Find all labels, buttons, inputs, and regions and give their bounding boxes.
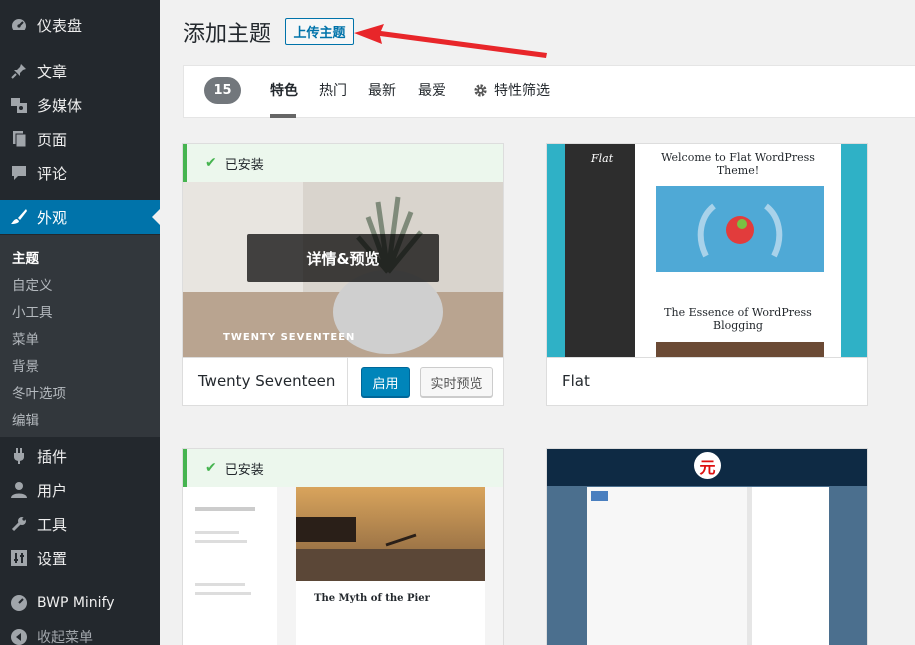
menu-pages-label: 页面 [37,130,68,149]
submenu-menus[interactable]: 菜单 [12,328,39,348]
menu-users-label: 用户 [37,481,68,500]
preview-logo: 元 [694,452,721,479]
activate-button[interactable]: 启用 [361,367,410,397]
flat-preview-image-2 [656,342,824,357]
theme-card-actions: Twenty Seventeen 启用 实时预览 [183,357,503,406]
installed-label: 已安装 [224,157,264,173]
theme-screenshot[interactable]: The Myth of the Pier [183,487,503,645]
flat-preview-sidebar: Flat [565,144,635,357]
pier-image [296,487,485,581]
details-preview-button[interactable]: 详情&预览 [247,234,439,282]
menu-plugins-label: 插件 [37,447,68,466]
brush-icon [9,207,29,227]
menu-posts-label: 文章 [37,62,68,81]
live-preview-button[interactable]: 实时预览 [420,367,493,397]
tab-featured[interactable]: 特色 [270,80,298,100]
menu-settings-label: 设置 [37,549,68,568]
flat-logo: Flat [591,152,614,165]
submenu-background[interactable]: 背景 [12,355,39,375]
flat-preview-content: Welcome to Flat WordPress Theme! The Ess… [635,144,841,357]
feature-filter-label: 特性筛选 [494,83,550,99]
tab-popular[interactable]: 热门 [319,80,347,100]
admin-sidebar: 仪表盘 文章 多媒体 页面 评论 外观 主题 自定义 小工具 菜单 背景 冬叶选… [0,0,160,645]
user-icon [9,480,29,500]
flat-preview-title: Welcome to Flat WordPress Theme! [661,151,815,177]
theme-name: Flat [562,372,590,390]
menu-comments-label: 评论 [37,164,68,183]
menu-media-label: 多媒体 [37,96,83,115]
submenu-widgets[interactable]: 小工具 [12,301,53,321]
feature-filter-button[interactable]: 特性筛选 [473,80,550,100]
menu-collapse[interactable]: 收起菜单 [0,620,160,645]
theme-card-twenty-seventeen[interactable]: ✔ 已安装 详情&预览 TWENTY SEVENTEEN Twenty Seve… [182,143,504,406]
theme-card-actions: Flat [547,357,867,405]
wrench-icon [9,514,29,534]
theme-screenshot-title: TWENTY SEVENTEEN [223,332,356,343]
menu-appearance[interactable]: 外观 [0,200,160,234]
theme-filter-bar: 15 特色 热门 最新 最爱 特性筛选 [183,65,915,118]
flat-preview-subtitle: The Essence of WordPress Blogging [664,306,812,332]
checkmark-icon: ✔ [205,460,217,476]
appearance-submenu: 主题 自定义 小工具 菜单 背景 冬叶选项 编辑 [0,235,160,437]
dashboard-icon [9,15,29,35]
menu-dashboard-label: 仪表盘 [37,16,83,35]
submenu-editor[interactable]: 编辑 [12,409,39,429]
theme-name: Twenty Seventeen [198,372,336,390]
divider [347,358,348,406]
menu-appearance-label: 外观 [37,208,68,227]
menu-collapse-label: 收起菜单 [37,630,93,645]
theme-screenshot[interactable]: 元 [547,449,867,645]
preview-sidebar-column [183,487,277,645]
gear-icon [473,83,488,98]
theme-count-badge: 15 [204,77,241,104]
menu-comments[interactable]: 评论 [0,156,160,190]
menu-tools-label: 工具 [37,515,68,534]
installed-notice: ✔ 已安装 [183,144,503,182]
theme-screenshot[interactable]: 详情&预览 TWENTY SEVENTEEN [183,182,503,357]
checkmark-icon: ✔ [205,155,217,171]
menu-bwp-minify-label: BWP Minify [37,595,115,611]
comment-icon [9,163,29,183]
tab-latest[interactable]: 最新 [368,80,396,100]
menu-plugins[interactable]: 插件 [0,439,160,473]
preview-post-title: The Myth of the Pier [314,593,430,604]
page-icon [9,129,29,149]
menu-tools[interactable]: 工具 [0,507,160,541]
installed-label: 已安装 [224,462,264,478]
installed-notice: ✔ 已安装 [183,449,503,487]
collapse-icon [9,627,29,645]
submenu-theme-options[interactable]: 冬叶选项 [12,382,66,402]
plugin-icon [9,446,29,466]
media-icon [9,95,29,115]
menu-pages[interactable]: 页面 [0,122,160,156]
preview-logo-text: 元 [699,457,716,477]
theme-card-3[interactable]: ✔ 已安装 The Myth of the Pier [182,448,504,645]
pin-icon [9,61,29,81]
page-title: 添加主题 [183,22,272,47]
annotation-arrow [354,24,547,58]
upload-theme-button[interactable]: 上传主题 [285,18,354,45]
active-tab-indicator [270,114,296,118]
menu-users[interactable]: 用户 [0,473,160,507]
theme-card-4[interactable]: 元 [546,448,868,645]
preview-content-area [587,487,829,645]
menu-posts[interactable]: 文章 [0,54,160,88]
menu-dashboard[interactable]: 仪表盘 [0,8,160,42]
menu-bwp-minify[interactable]: BWP Minify [0,586,160,620]
preview-post-column: The Myth of the Pier [296,487,485,645]
gauge-icon [9,593,29,613]
settings-icon [9,548,29,568]
theme-card-flat[interactable]: Flat Welcome to Flat WordPress Theme! Th… [546,143,868,406]
menu-settings[interactable]: 设置 [0,541,160,575]
tab-favorites[interactable]: 最爱 [418,80,446,100]
submenu-themes[interactable]: 主题 [12,247,39,267]
menu-media[interactable]: 多媒体 [0,88,160,122]
submenu-customize[interactable]: 自定义 [12,274,53,294]
theme-screenshot[interactable]: Flat Welcome to Flat WordPress Theme! Th… [547,144,867,357]
flat-preview-image [656,186,824,272]
